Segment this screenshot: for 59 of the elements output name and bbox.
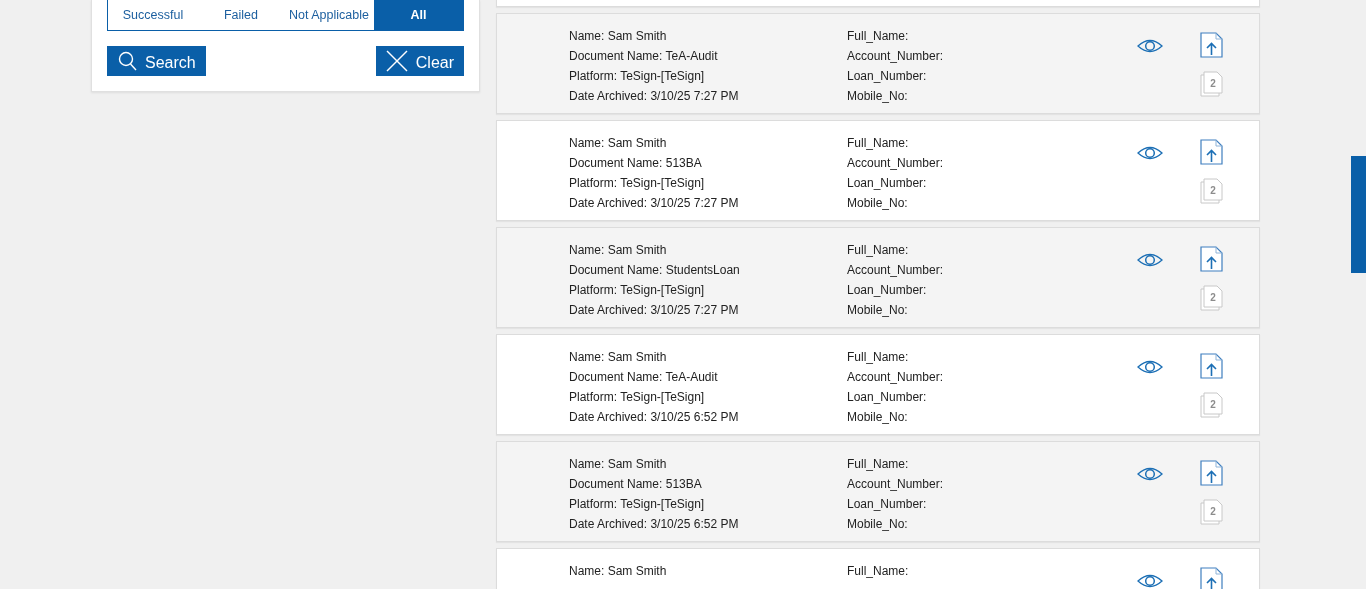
view-icon[interactable] [1137, 465, 1163, 483]
record-field: Account_Number: [847, 367, 1137, 387]
record-field: Mobile_No: [847, 86, 1137, 106]
record-field: Mobile_No: [847, 407, 1137, 427]
view-icon[interactable] [1137, 37, 1163, 55]
record-field: Mobile_No: [847, 514, 1137, 534]
record-field: Full_Name: [847, 240, 1137, 260]
upload-file-icon[interactable] [1200, 460, 1223, 486]
record-field: Platform: TeSign-[TeSign] [569, 173, 847, 193]
record-field: Document Name: 513BA [569, 474, 847, 494]
record-field: Loan_Number: [847, 66, 1137, 86]
record-field: Name: Sam Smith [569, 240, 847, 260]
clear-button[interactable]: Clear [375, 46, 464, 76]
search-icon [117, 51, 137, 71]
view-icon[interactable] [1137, 251, 1163, 269]
record-field: Date Archived: 3/10/25 7:27 PM [569, 193, 847, 213]
view-icon[interactable] [1137, 144, 1163, 162]
upload-file-icon[interactable] [1200, 32, 1223, 58]
upload-file-icon[interactable] [1200, 246, 1223, 272]
record-field: Account_Number: [847, 474, 1137, 494]
record-field: Platform: TeSign-[TeSign] [569, 387, 847, 407]
record-field: Account_Number: [847, 260, 1137, 280]
record-field: Full_Name: [847, 133, 1137, 153]
filter-tab[interactable]: All [374, 0, 463, 30]
record-field: Loan_Number: [847, 173, 1137, 193]
record-field: Full_Name: [847, 26, 1137, 46]
record-field: Name: Sam Smith [569, 26, 847, 46]
record-field: Mobile_No: [847, 193, 1137, 213]
record-field: Date Archived: 3/10/25 6:52 PM [569, 407, 847, 427]
record-field: Name: Sam Smith [569, 133, 847, 153]
record-field: Loan_Number: [847, 387, 1137, 407]
record-field: Date Archived: 3/10/25 6:52 PM [569, 514, 847, 534]
record-field: Full_Name: [847, 347, 1137, 367]
record-field: Full_Name: [847, 561, 1137, 581]
record-field: Platform: TeSign-[TeSign] [569, 494, 847, 514]
record-field: Document Name: 513BA [569, 153, 847, 173]
record-field: Document Name: TeA-Audit [569, 46, 847, 66]
record-field: Document Name: StudentsLoan [569, 260, 847, 280]
record-field: Mobile_No: [847, 300, 1137, 320]
record-field: Date Archived: 3/10/25 7:27 PM [569, 86, 847, 106]
record-field: Loan_Number: [847, 494, 1137, 514]
record-field: Name: Sam Smith [569, 561, 847, 581]
record-field: Loan_Number: [847, 280, 1137, 300]
close-icon [385, 50, 408, 72]
record-field: Platform: TeSign-[TeSign] [569, 66, 847, 86]
record-field: Name: Sam Smith [569, 347, 847, 367]
record-field: Account_Number: [847, 46, 1137, 66]
record-field: Date Archived: 3/10/25 7:27 PM [569, 300, 847, 320]
record-field: Name: Sam Smith [569, 454, 847, 474]
upload-file-icon[interactable] [1200, 567, 1223, 589]
search-button[interactable]: Search [107, 46, 206, 76]
record-field: Full_Name: [847, 454, 1137, 474]
record-field: Account_Number: [847, 153, 1137, 173]
record-field: Platform: TeSign-[TeSign] [569, 280, 847, 300]
view-icon[interactable] [1137, 358, 1163, 376]
record-field: Document Name: TeA-Audit [569, 367, 847, 387]
upload-file-icon[interactable] [1200, 139, 1223, 165]
view-icon[interactable] [1137, 572, 1163, 589]
upload-file-icon[interactable] [1200, 353, 1223, 379]
